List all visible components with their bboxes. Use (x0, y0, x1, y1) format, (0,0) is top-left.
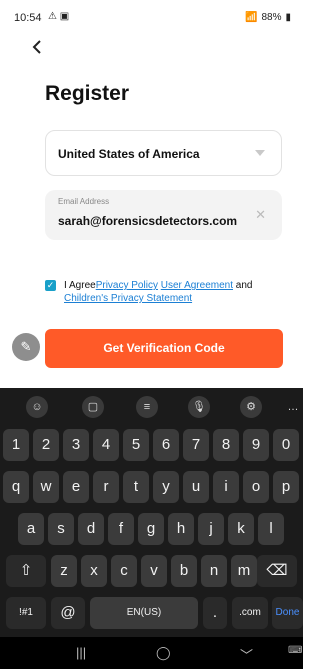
key-y[interactable]: y (153, 471, 179, 503)
key-2[interactable]: 2 (33, 429, 59, 461)
key-l[interactable]: l (258, 513, 284, 545)
user-agreement-link[interactable]: User Agreement (161, 280, 233, 291)
agreement-text: I AgreePrivacy Policy User Agreement and… (64, 279, 285, 305)
key-7[interactable]: 7 (183, 429, 209, 461)
at-key[interactable]: @ (51, 597, 85, 629)
key-9[interactable]: 9 (243, 429, 269, 461)
chevron-down-icon (255, 150, 265, 156)
letter-row-3: ⇧ ⌫ zxcvbnm (0, 555, 303, 587)
signal-icon: 📶 (245, 12, 258, 23)
key-k[interactable]: k (228, 513, 254, 545)
done-key[interactable]: Done (272, 597, 303, 629)
key-i[interactable]: i (213, 471, 239, 503)
email-field[interactable]: Email Address sarah@forensicsdetectors.c… (45, 190, 282, 240)
key-4[interactable]: 4 (93, 429, 119, 461)
key-c[interactable]: c (111, 555, 137, 587)
bottom-row: !#1 @ EN(US) . .com Done (0, 597, 303, 629)
notification-icons: ⚠ ▣ (48, 11, 70, 22)
agreement: ✓ I AgreePrivacy Policy User Agreement a… (45, 279, 285, 305)
key-o[interactable]: o (243, 471, 269, 503)
key-f[interactable]: f (108, 513, 134, 545)
recent-apps-icon[interactable]: ||| (76, 645, 86, 660)
keyboard-toolbar: ☺ ▢ ≡ 🎙 ⚙ … (0, 388, 303, 425)
dot-key[interactable]: . (203, 597, 227, 629)
key-d[interactable]: d (78, 513, 104, 545)
shift-key[interactable]: ⇧ (6, 555, 46, 587)
country-value: United States of America (58, 147, 200, 161)
key-e[interactable]: e (63, 471, 89, 503)
key-w[interactable]: w (33, 471, 59, 503)
status-bar: 10:54 ⚠ ▣ 📶 88% ▮ (0, 0, 303, 36)
key-1[interactable]: 1 (3, 429, 29, 461)
key-r[interactable]: r (93, 471, 119, 503)
emoji-icon[interactable]: ☺ (26, 396, 48, 418)
key-n[interactable]: n (201, 555, 227, 587)
children-privacy-link[interactable]: Children's Privacy Statement (64, 293, 192, 304)
email-label: Email Address (58, 197, 110, 206)
system-nav-bar: ||| ◯ ﹀ ⌨ (0, 637, 303, 669)
key-u[interactable]: u (183, 471, 209, 503)
keyboard: ☺ ▢ ≡ 🎙 ⚙ … 1234567890 qwertyuiop asdfgh… (0, 388, 303, 669)
agree-checkbox[interactable]: ✓ (45, 280, 56, 291)
home-icon[interactable]: ◯ (156, 645, 171, 661)
backspace-key[interactable]: ⌫ (257, 555, 297, 587)
keyboard-switch-icon[interactable]: ⌨ (288, 645, 302, 656)
battery-icon: ▮ (285, 12, 291, 23)
battery-percent: 88% (261, 12, 282, 23)
key-x[interactable]: x (81, 555, 107, 587)
key-6[interactable]: 6 (153, 429, 179, 461)
letter-row-2: asdfghjkl (0, 513, 303, 545)
key-h[interactable]: h (168, 513, 194, 545)
status-right: 📶 88% ▮ (245, 12, 291, 23)
key-3[interactable]: 3 (63, 429, 89, 461)
back-nav-icon[interactable]: ﹀ (240, 645, 253, 664)
letter-row-1: qwertyuiop (0, 471, 303, 503)
privacy-policy-link[interactable]: Privacy Policy (96, 280, 158, 291)
get-verification-code-button[interactable]: Get Verification Code (45, 329, 283, 368)
agree-prefix: I Agree (64, 280, 96, 291)
key-z[interactable]: z (51, 555, 77, 587)
key-5[interactable]: 5 (123, 429, 149, 461)
settings-gear-icon[interactable]: ⚙ (240, 396, 262, 418)
back-button[interactable] (28, 36, 48, 58)
clear-icon[interactable]: ✕ (255, 207, 266, 223)
key-8[interactable]: 8 (213, 429, 239, 461)
key-q[interactable]: q (3, 471, 29, 503)
number-row: 1234567890 (0, 429, 303, 461)
key-s[interactable]: s (48, 513, 74, 545)
space-key[interactable]: EN(US) (90, 597, 198, 629)
email-value: sarah@forensicsdetectors.com (58, 214, 238, 228)
key-v[interactable]: v (141, 555, 167, 587)
country-select[interactable]: United States of America (45, 130, 282, 176)
text-edit-icon[interactable]: ≡ (136, 396, 158, 418)
key-j[interactable]: j (198, 513, 224, 545)
status-time: 10:54 (14, 12, 42, 24)
page-title: Register (45, 82, 130, 105)
key-g[interactable]: g (138, 513, 164, 545)
key-a[interactable]: a (18, 513, 44, 545)
agree-and: and (235, 280, 253, 291)
pencil-icon[interactable]: ✎ (12, 333, 40, 361)
key-0[interactable]: 0 (273, 429, 299, 461)
key-b[interactable]: b (171, 555, 197, 587)
key-t[interactable]: t (123, 471, 149, 503)
chevron-left-icon (32, 40, 41, 54)
key-p[interactable]: p (273, 471, 299, 503)
dotcom-key[interactable]: .com (232, 597, 268, 629)
microphone-icon[interactable]: 🎙 (188, 396, 210, 418)
clipboard-icon[interactable]: ▢ (82, 396, 104, 418)
symbols-key[interactable]: !#1 (6, 597, 46, 629)
more-icon[interactable]: … (282, 396, 304, 418)
key-m[interactable]: m (231, 555, 257, 587)
